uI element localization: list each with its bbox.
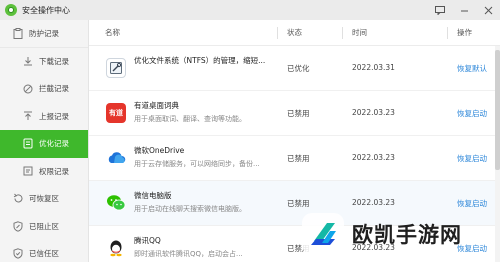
app-logo-icon xyxy=(5,4,17,16)
clipboard-icon xyxy=(12,27,24,39)
window-title: 安全操作中心 xyxy=(22,5,70,15)
sidebar-item-blocked-zone[interactable]: 已阻止区 xyxy=(0,213,88,241)
table-header: 名称 状态 时间 操作 xyxy=(89,20,500,46)
sidebar-item-label: 已信任区 xyxy=(29,249,59,259)
table-row: 有道 有道桌面词典 用于桌面取词、翻译、查询等功能。 已禁用 2022.03.2… xyxy=(89,91,500,136)
header-divider xyxy=(277,27,278,39)
optimize-icon xyxy=(22,138,34,150)
sidebar-item-report-records[interactable]: 上报记录 xyxy=(0,103,88,131)
header-divider xyxy=(447,27,448,39)
row-title: 优化文件系统（NTFS）的管理，缩短... xyxy=(134,56,266,65)
row-time: 2022.03.23 xyxy=(352,153,395,162)
shield-block-icon xyxy=(12,220,24,232)
header-status: 状态 xyxy=(287,28,302,37)
row-description: 用于桌面取词、翻译、查询等功能。 xyxy=(134,115,246,123)
sidebar-item-label: 防护记录 xyxy=(29,28,59,38)
sidebar-item-permission-records[interactable]: 权限记录 xyxy=(0,158,88,186)
close-button[interactable] xyxy=(476,0,500,20)
row-time: 2022.03.23 xyxy=(352,108,395,117)
header-name: 名称 xyxy=(105,28,120,37)
sidebar: 防护记录 下载记录 拦截记录 上报记录 优化记录 权限记录 可恢复区 已阻止区 … xyxy=(0,20,89,262)
sidebar-item-download-records[interactable]: 下载记录 xyxy=(0,48,88,76)
header-time: 时间 xyxy=(352,28,367,37)
watermark-logo-icon xyxy=(302,213,344,255)
recover-icon xyxy=(12,193,24,205)
row-title: 微软OneDrive xyxy=(134,146,185,155)
table-row: 优化文件系统（NTFS）的管理，缩短... 已优化 2022.03.31 恢复默… xyxy=(89,46,500,91)
sidebar-item-recoverable-zone[interactable]: 可恢复区 xyxy=(0,185,88,213)
header-action: 操作 xyxy=(457,28,472,37)
row-description: 用于启动在线聊天搜索微信电脑版。 xyxy=(134,205,246,213)
restore-startup-button[interactable]: 恢复启动 xyxy=(457,153,487,164)
shield-trust-icon xyxy=(12,248,24,260)
youdao-dict-icon: 有道 xyxy=(106,103,126,123)
row-status: 已优化 xyxy=(287,64,310,73)
row-title: 腾讯QQ xyxy=(134,236,161,245)
window-controls xyxy=(428,0,500,20)
wechat-icon xyxy=(106,193,126,213)
upload-icon xyxy=(22,110,34,122)
qq-icon xyxy=(106,238,126,258)
table-row: 微软OneDrive 用于云存储服务，可以网络同步，备份... 已禁用 2022… xyxy=(89,136,500,181)
onedrive-icon xyxy=(106,148,126,168)
restore-default-button[interactable]: 恢复默认 xyxy=(457,63,487,74)
download-icon xyxy=(22,55,34,67)
watermark-text: 欧凯手游网 xyxy=(352,223,462,247)
sidebar-item-label: 已阻止区 xyxy=(29,221,59,231)
watermark: 欧凯手游网 xyxy=(300,206,500,262)
scrollbar-thumb[interactable] xyxy=(495,50,500,170)
file-system-icon xyxy=(106,58,126,78)
sidebar-item-label: 上报记录 xyxy=(39,111,69,121)
row-title: 微信电脑版 xyxy=(134,191,172,200)
sidebar-item-optimize-records[interactable]: 优化记录 xyxy=(0,130,88,158)
row-title: 有道桌面词典 xyxy=(134,101,179,110)
permission-icon xyxy=(22,165,34,177)
sidebar-item-label: 拦截记录 xyxy=(39,84,69,94)
minimize-button[interactable] xyxy=(452,0,476,20)
row-status: 已禁用 xyxy=(287,109,310,118)
sidebar-item-protection-records[interactable]: 防护记录 xyxy=(0,20,88,48)
sidebar-item-label: 权限记录 xyxy=(39,166,69,176)
header-divider xyxy=(342,27,343,39)
row-description: 即时通讯软件腾讯QQ，启动会占... xyxy=(134,250,243,258)
title-bar: 安全操作中心 xyxy=(0,0,500,20)
sidebar-item-label: 可恢复区 xyxy=(29,194,59,204)
sidebar-item-block-records[interactable]: 拦截记录 xyxy=(0,75,88,103)
sidebar-item-label: 下载记录 xyxy=(39,56,69,66)
row-time: 2022.03.31 xyxy=(352,63,395,72)
sidebar-item-trusted-zone[interactable]: 已信任区 xyxy=(0,240,88,262)
block-icon xyxy=(22,83,34,95)
row-description: 用于云存储服务，可以网络同步，备份... xyxy=(134,160,260,168)
sidebar-item-label: 优化记录 xyxy=(39,139,69,149)
restore-startup-button[interactable]: 恢复启动 xyxy=(457,108,487,119)
row-status: 已禁用 xyxy=(287,154,310,163)
feedback-icon[interactable] xyxy=(428,0,452,20)
